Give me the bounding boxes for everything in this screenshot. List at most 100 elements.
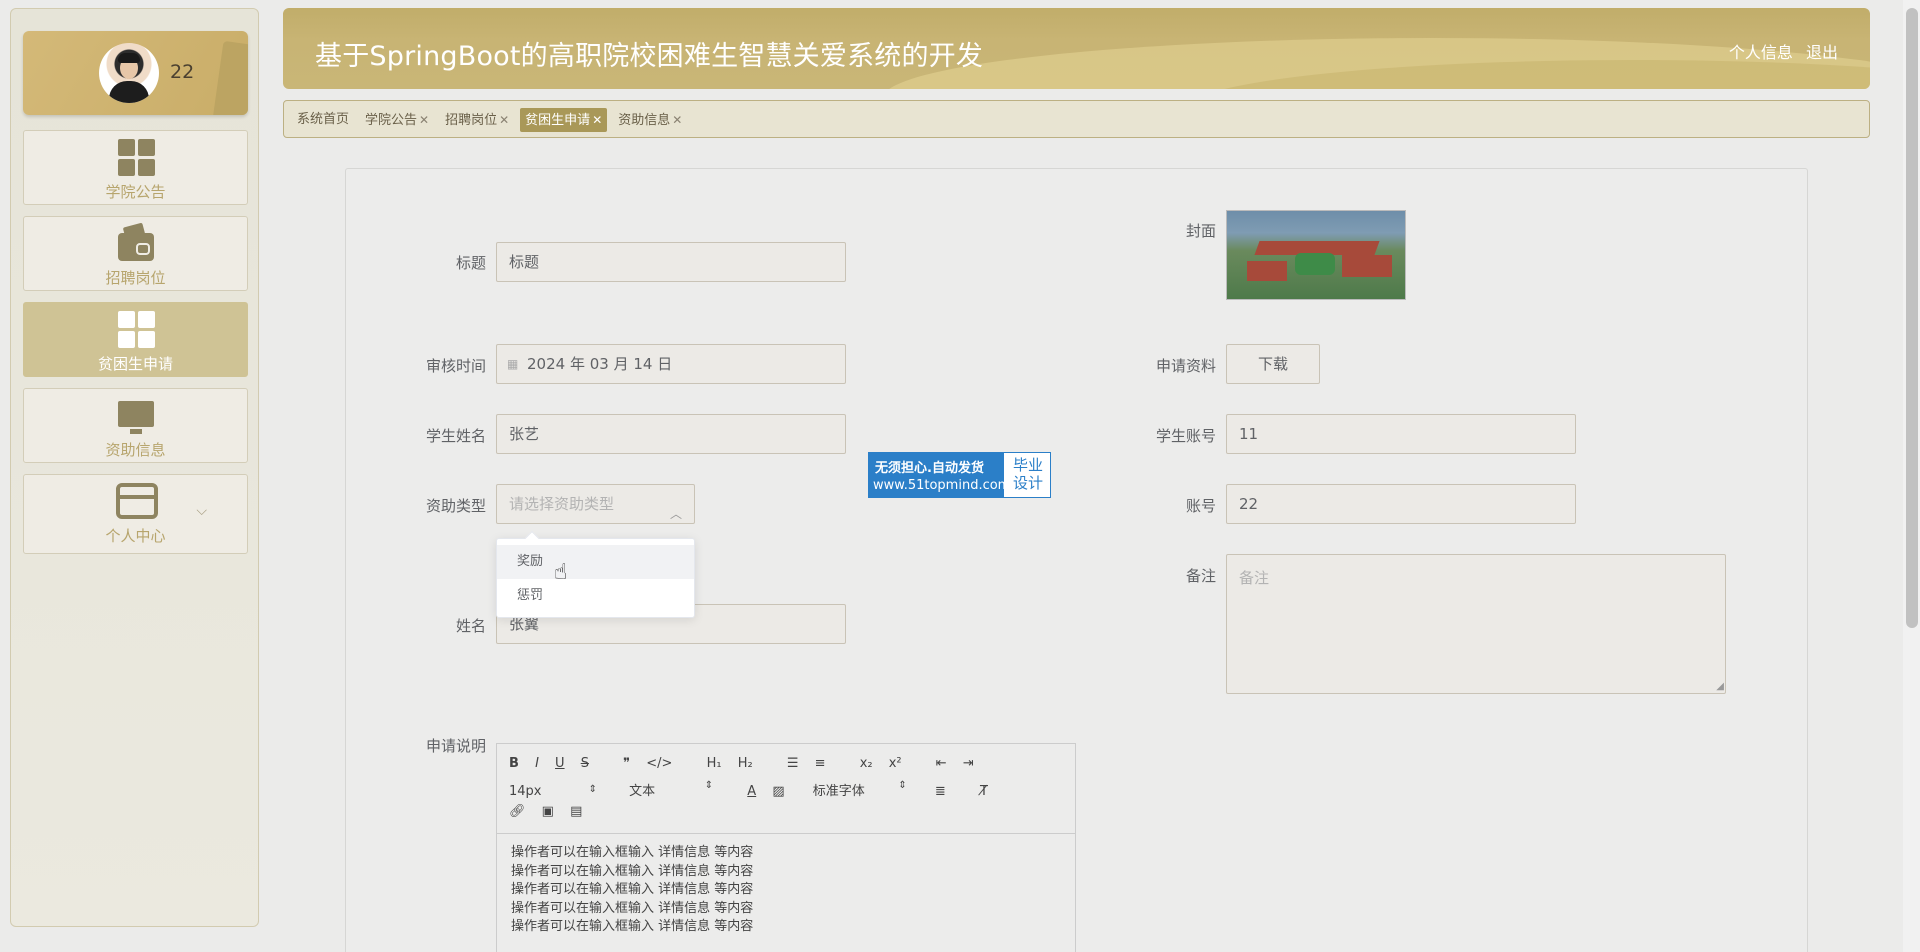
page-title: 基于SpringBoot的高职院校困难生智慧关爱系统的开发 — [315, 41, 984, 72]
aid-type-dropdown: 奖励 惩罚 — [496, 530, 695, 618]
align-icon[interactable]: ≣ — [935, 784, 946, 799]
tab-announcements[interactable]: 学院公告 ✕ — [360, 108, 434, 132]
tab-label: 招聘岗位 — [445, 113, 498, 128]
font-size-select[interactable]: 14px ⇕ — [509, 784, 597, 799]
avatar[interactable] — [99, 43, 159, 103]
block-type-select[interactable]: 文本 ⇕ — [629, 780, 713, 799]
scrollbar-thumb[interactable] — [1906, 8, 1918, 628]
font-color-icon[interactable]: A — [747, 784, 756, 799]
cover-label: 封面 — [1185, 222, 1216, 240]
strike-icon[interactable]: S — [581, 756, 589, 771]
font-family-select[interactable]: 标准字体 ⇕ — [813, 780, 907, 799]
video-icon[interactable]: ▤ — [570, 804, 582, 819]
resize-handle-icon[interactable]: ◢ — [1716, 681, 1724, 692]
outdent-icon[interactable]: ⇤ — [936, 756, 947, 771]
tab-home[interactable]: 系统首页 — [292, 108, 354, 132]
audit-time-label: 审核时间 — [425, 357, 486, 375]
remark-label: 备注 — [1185, 567, 1216, 585]
aid-type-select[interactable]: 请选择资助类型 ︿ — [496, 484, 695, 524]
block-type-value: 文本 — [629, 784, 656, 799]
editor-content[interactable]: 操作者可以在输入框输入 详情信息 等内容 操作者可以在输入框输入 详情信息 等内… — [497, 834, 1075, 947]
profile-link[interactable]: 个人信息 — [1729, 43, 1793, 62]
editor-line: 操作者可以在输入框输入 详情信息 等内容 — [511, 882, 754, 897]
subscript-icon[interactable]: x₂ — [860, 756, 873, 771]
name-label: 姓名 — [455, 617, 486, 635]
indent-icon[interactable]: ⇥ — [963, 756, 974, 771]
underline-icon[interactable]: U — [555, 756, 565, 771]
tab-jobs[interactable]: 招聘岗位 ✕ — [440, 108, 514, 132]
monitor-icon — [116, 397, 156, 435]
ordered-list-icon[interactable]: ☰ — [787, 756, 799, 771]
background-color-icon[interactable]: ▨ — [772, 784, 784, 799]
sidebar-item-personal-center[interactable]: 个人中心 ⌵ — [23, 474, 248, 554]
tab-label: 学院公告 — [365, 113, 418, 128]
remark-textarea[interactable]: 备注 ◢ — [1226, 554, 1726, 694]
font-family-value: 标准字体 — [812, 784, 865, 799]
image-icon[interactable]: ▣ — [542, 804, 554, 819]
student-account-input[interactable]: 11 — [1226, 414, 1576, 454]
student-name-label: 学生姓名 — [425, 427, 486, 445]
editor-line: 操作者可以在输入框输入 详情信息 等内容 — [511, 863, 754, 879]
tab-aid-info[interactable]: 资助信息 ✕ — [613, 108, 687, 132]
sidebar: 22 学院公告 招聘岗位 贫困生申请 资助信息 个人中心 ⌵ — [10, 8, 259, 927]
editor-toolbar: B I U S ❞ </> H₁ H₂ ☰ ≡ x₂ x² ⇤ ⇥ 14px ⇕ … — [497, 744, 1075, 834]
close-icon[interactable]: ✕ — [672, 113, 682, 127]
sidebar-item-label: 贫困生申请 — [97, 355, 173, 373]
sidebar-item-announcements[interactable]: 学院公告 — [23, 130, 248, 205]
watermark-line2: www.51topmind.com — [873, 478, 1011, 493]
account-input[interactable]: 22 — [1226, 484, 1576, 524]
quote-icon[interactable]: ❞ — [623, 756, 630, 771]
hand-cursor-icon: ☝ — [554, 560, 568, 585]
remark-placeholder: 备注 — [1239, 569, 1270, 587]
cover-image[interactable] — [1226, 210, 1406, 300]
rich-text-editor[interactable]: B I U S ❞ </> H₁ H₂ ☰ ≡ x₂ x² ⇤ ⇥ 14px ⇕ … — [496, 743, 1076, 952]
tab-label: 贫困生申请 — [525, 113, 591, 128]
sidebar-item-jobs[interactable]: 招聘岗位 — [23, 216, 248, 291]
sidebar-item-label: 资助信息 — [105, 441, 166, 459]
student-name-input[interactable]: 张艺 — [496, 414, 846, 454]
sidebar-item-aid-info[interactable]: 资助信息 — [23, 388, 248, 463]
tab-label: 系统首页 — [297, 112, 350, 127]
superscript-icon[interactable]: x² — [889, 756, 902, 771]
watermark-right: 毕业设计 — [1012, 456, 1043, 492]
header-links: 个人信息 退出 — [1721, 39, 1838, 63]
logout-link[interactable]: 退出 — [1806, 43, 1838, 62]
close-icon[interactable]: ✕ — [419, 113, 429, 127]
title-input[interactable]: 标题 — [496, 242, 846, 282]
clear-format-icon[interactable]: T̸ — [980, 784, 988, 799]
sidebar-item-poverty-application[interactable]: 贫困生申请 — [23, 302, 248, 377]
wallet-icon — [116, 222, 156, 263]
bullet-list-icon[interactable]: ≡ — [815, 756, 826, 771]
watermark-badge: 无须担心.自动发货 www.51topmind.com 毕业设计 — [868, 452, 1051, 498]
card-icon — [115, 483, 158, 521]
close-icon[interactable]: ✕ — [592, 113, 602, 127]
tab-poverty-application[interactable]: 贫困生申请 ✕ — [520, 108, 608, 132]
link-icon[interactable]: 🔗︎ — [509, 804, 526, 819]
dropdown-option-reward[interactable]: 奖励 — [497, 545, 694, 579]
chevron-down-icon[interactable]: ⌵ — [196, 503, 207, 519]
sidebar-item-label: 个人中心 — [105, 527, 166, 545]
download-button[interactable]: 下载 — [1226, 344, 1320, 384]
h2-icon[interactable]: H₂ — [738, 756, 753, 771]
grid-icon — [116, 311, 156, 349]
editor-line: 操作者可以在输入框输入 详情信息 等内容 — [511, 845, 754, 860]
audit-time-input[interactable]: ▦ 2024 年 03 月 14 日 — [496, 344, 846, 384]
dropdown-option-punish[interactable]: 惩罚 — [497, 579, 694, 613]
h1-icon[interactable]: H₁ — [707, 756, 722, 771]
grid-icon — [116, 139, 156, 177]
code-icon[interactable]: </> — [646, 756, 672, 771]
tabs-bar: 系统首页 学院公告 ✕ 招聘岗位 ✕ 贫困生申请 ✕ 资助信息 ✕ — [283, 100, 1870, 138]
scrollbar-track[interactable] — [1903, 0, 1920, 952]
apply-doc-label: 申请资料 — [1155, 357, 1216, 375]
sidebar-item-label: 学院公告 — [105, 183, 166, 201]
italic-icon[interactable]: I — [535, 756, 539, 771]
student-account-label: 学生账号 — [1155, 427, 1216, 445]
profile-name: 22 — [170, 61, 195, 83]
close-icon[interactable]: ✕ — [499, 113, 509, 127]
aid-type-label: 资助类型 — [425, 497, 486, 515]
title-label: 标题 — [455, 254, 486, 272]
audit-time-value: 2024 年 03 月 14 日 — [527, 355, 673, 373]
chevron-up-icon: ︿ — [669, 507, 682, 521]
calendar-icon: ▦ — [507, 357, 519, 371]
bold-icon[interactable]: B — [509, 756, 519, 771]
